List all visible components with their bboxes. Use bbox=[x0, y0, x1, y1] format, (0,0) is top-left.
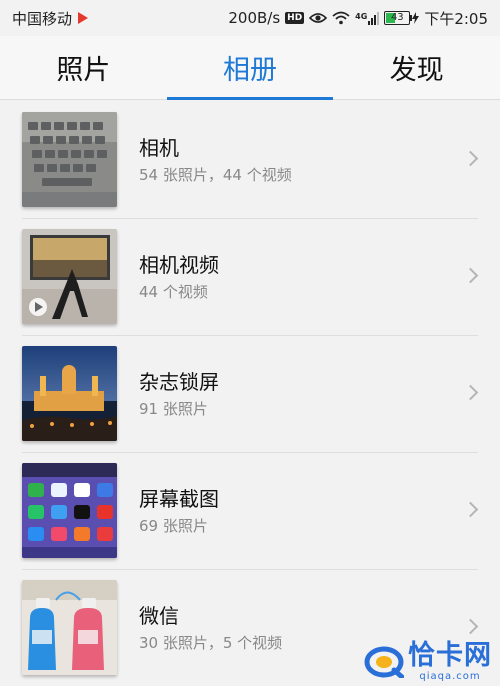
album-row-magazine-lock[interactable]: 杂志锁屏 91 张照片 bbox=[0, 335, 500, 452]
album-row-camera[interactable]: 相机 54 张照片，44 个视频 bbox=[0, 101, 500, 218]
carrier-name: 中国移动 bbox=[12, 9, 73, 28]
charging-icon bbox=[412, 12, 420, 24]
watermark-logo-icon bbox=[364, 646, 404, 678]
chevron-right-icon bbox=[462, 501, 479, 517]
album-name: 屏幕截图 bbox=[139, 487, 219, 511]
album-name: 相机 bbox=[139, 136, 179, 160]
battery-icon: 43 bbox=[384, 11, 420, 25]
status-bar: 中国移动 200B/s HD 4G 43 下午2:05 bbox=[0, 0, 500, 36]
tab-discover[interactable]: 发现 bbox=[333, 36, 500, 99]
tab-label: 发现 bbox=[389, 55, 444, 86]
tab-photos[interactable]: 照片 bbox=[0, 36, 167, 99]
watermark-url: qiaqa.com bbox=[419, 671, 481, 682]
album-thumbnail-keyboard bbox=[22, 112, 117, 207]
chevron-right-icon bbox=[462, 150, 479, 166]
album-thumbnail-video bbox=[22, 229, 117, 324]
album-name: 相机视频 bbox=[139, 253, 219, 277]
play-icon bbox=[78, 12, 89, 24]
network-speed: 200B/s bbox=[228, 9, 281, 27]
album-count: 44 个视频 bbox=[139, 283, 208, 301]
chevron-right-icon bbox=[462, 618, 479, 634]
album-row-screenshots[interactable]: 屏幕截图 69 张照片 bbox=[0, 452, 500, 569]
tab-label: 相册 bbox=[223, 55, 277, 86]
clock: 下午2:05 bbox=[424, 9, 488, 28]
battery-level: 43 bbox=[390, 12, 404, 23]
album-count: 91 张照片 bbox=[139, 400, 208, 418]
wifi-icon bbox=[332, 11, 350, 25]
signal-icon: 4G bbox=[355, 11, 380, 25]
album-name: 杂志锁屏 bbox=[139, 370, 219, 394]
album-count: 54 张照片，44 个视频 bbox=[139, 166, 292, 184]
album-count: 69 张照片 bbox=[139, 517, 208, 535]
album-list: 相机 54 张照片，44 个视频 相机视频 44 个视频 杂志锁屏 91 张照片… bbox=[0, 101, 500, 686]
watermark-text: 恰卡网 bbox=[408, 640, 492, 671]
chevron-right-icon bbox=[462, 267, 479, 283]
watermark: 恰卡网 qiaqa.com bbox=[364, 641, 492, 682]
album-thumbnail-screenshot bbox=[22, 463, 117, 558]
album-thumbnail-bottles bbox=[22, 580, 117, 675]
album-row-camera-video[interactable]: 相机视频 44 个视频 bbox=[0, 218, 500, 335]
eye-icon bbox=[309, 13, 328, 23]
tab-albums[interactable]: 相册 bbox=[166, 36, 334, 100]
chevron-right-icon bbox=[462, 384, 479, 400]
hd-badge: HD bbox=[285, 12, 305, 24]
tab-label: 照片 bbox=[56, 55, 111, 86]
album-thumbnail-cathedral bbox=[22, 346, 117, 441]
network-type: 4G bbox=[355, 11, 368, 21]
album-count: 30 张照片，5 个视频 bbox=[139, 634, 283, 652]
album-name: 微信 bbox=[139, 604, 179, 628]
tab-bar: 照片 相册 发现 bbox=[0, 36, 500, 100]
